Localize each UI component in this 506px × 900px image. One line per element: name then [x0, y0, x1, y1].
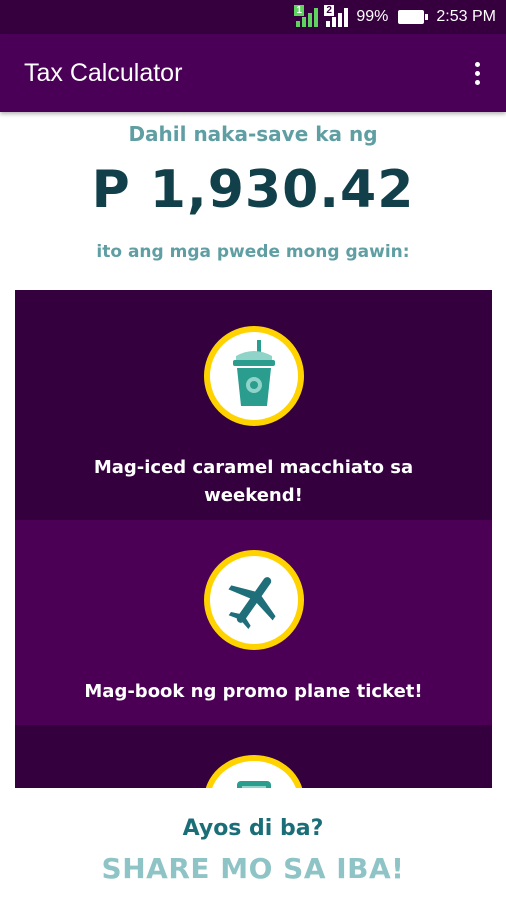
sim1-indicator: 1 — [294, 5, 304, 16]
sim1-signal-icon: 1 — [294, 5, 319, 27]
save-label: Dahil naka-save ka ng — [128, 122, 378, 146]
overflow-menu-icon[interactable] — [471, 56, 484, 91]
share-button[interactable]: SHARE MO SA IBA! — [0, 852, 506, 885]
iced-drink-icon — [203, 326, 304, 426]
sim2-signal-icon: 2 — [324, 5, 349, 27]
options-label: ito ang mga pwede mong gawin: — [96, 242, 410, 262]
option-card-iced-drink: Mag-iced caramel macchiato sa weekend! — [15, 290, 492, 520]
option-card-plane-ticket: Mag-book ng promo plane ticket! — [15, 520, 492, 725]
option-label: Mag-iced caramel macchiato sa weekend! — [93, 457, 414, 506]
airplane-icon — [203, 550, 304, 650]
clock: 2:53 PM — [436, 8, 496, 25]
options-list[interactable]: Mag-iced caramel macchiato sa weekend! M… — [15, 290, 492, 788]
app-bar: Tax Calculator — [0, 34, 506, 112]
saved-amount: P 1,930.42 — [91, 160, 415, 220]
status-bar: 1 2 99% 2:53 PM — [0, 0, 506, 34]
battery-icon — [398, 10, 429, 24]
footer-question: Ayos di ba? — [182, 816, 324, 841]
option-label: Mag-book ng promo plane ticket! — [84, 681, 423, 702]
option-card-item — [15, 725, 492, 788]
app-title: Tax Calculator — [24, 58, 183, 87]
battery-percent: 99% — [356, 8, 389, 25]
sim2-indicator: 2 — [324, 5, 334, 16]
item-icon — [203, 755, 304, 788]
